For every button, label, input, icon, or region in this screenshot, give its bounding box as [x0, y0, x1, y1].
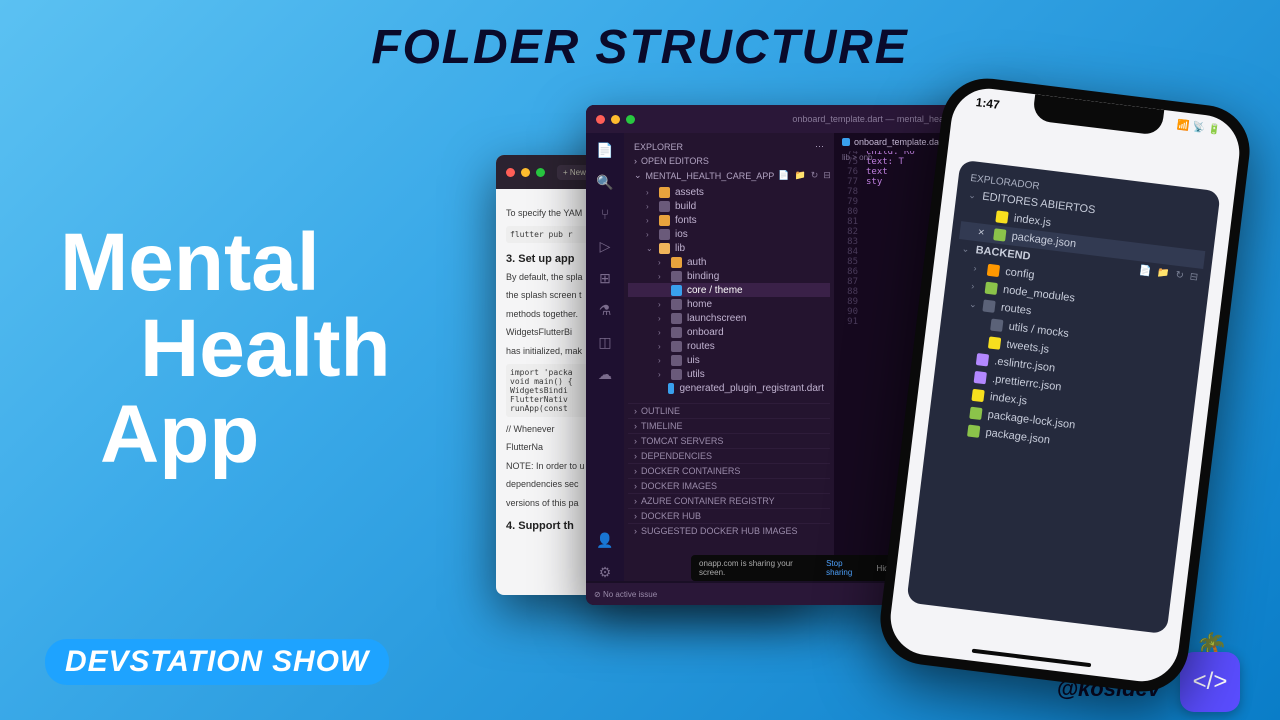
editor-tab[interactable]: onboard_template.da: [834, 133, 947, 151]
stop-sharing-button[interactable]: Stop sharing: [826, 559, 870, 577]
tree-item[interactable]: ›home: [628, 297, 830, 311]
tree-item[interactable]: ›uis: [628, 353, 830, 367]
docker-icon[interactable]: ◫: [596, 333, 614, 351]
tree-item[interactable]: ›binding: [628, 269, 830, 283]
hero-line-3: App: [100, 392, 391, 478]
explorer-section[interactable]: ›TOMCAT SERVERS: [628, 433, 830, 448]
project-section[interactable]: ⌄MENTAL_HEALTH_CARE_APP 📄 📁 ↻ ⊟: [628, 168, 830, 183]
battery-icon: 🔋: [1207, 124, 1221, 139]
close-icon[interactable]: [506, 168, 515, 177]
explorer-section[interactable]: ›SUGGESTED DOCKER HUB IMAGES: [628, 523, 830, 538]
hero-line-2: Health: [140, 306, 391, 392]
new-file-icon[interactable]: 📄: [778, 170, 789, 181]
tree-item[interactable]: ›launchscreen: [628, 311, 830, 325]
tree-item[interactable]: ›onboard: [628, 325, 830, 339]
search-icon[interactable]: 🔍: [596, 173, 614, 191]
explorer-section[interactable]: ›OUTLINE: [628, 403, 830, 418]
refresh-icon[interactable]: ↻: [811, 170, 819, 181]
test-icon[interactable]: ⚗: [596, 301, 614, 319]
debug-icon[interactable]: ▷: [596, 237, 614, 255]
breadcrumb[interactable]: lib > onb: [834, 151, 880, 164]
new-file-icon[interactable]: 📄: [1138, 265, 1152, 277]
open-editors-section[interactable]: ›OPEN EDITORS: [628, 154, 830, 168]
minimize-icon[interactable]: [521, 168, 530, 177]
screen-share-bar: onapp.com is sharing your screen. Stop s…: [691, 555, 901, 581]
signal-icon: 📶: [1176, 120, 1190, 135]
tree-item[interactable]: ›assets: [628, 185, 830, 199]
tree-item[interactable]: ›build: [628, 199, 830, 213]
activity-bar: 📄 🔍 ⑂ ▷ ⊞ ⚗ ◫ ☁ 👤 ⚙: [586, 133, 624, 581]
explorer-section[interactable]: ›DOCKER CONTAINERS: [628, 463, 830, 478]
extensions-icon[interactable]: ⊞: [596, 269, 614, 287]
explorer-header: EXPLORER ⋯: [628, 139, 830, 154]
home-indicator[interactable]: [972, 649, 1092, 668]
explorer-section[interactable]: ›AZURE CONTAINER REGISTRY: [628, 493, 830, 508]
wifi-icon: 📡: [1191, 122, 1205, 137]
close-icon[interactable]: ×: [977, 226, 988, 239]
show-badge: DEVSTATION SHOW: [45, 639, 389, 685]
file-tree: ›assets›build›fonts›ios⌄lib›auth›binding…: [628, 183, 830, 397]
tree-item[interactable]: ›auth: [628, 255, 830, 269]
tree-item[interactable]: ›utils: [628, 367, 830, 381]
files-icon[interactable]: 📄: [596, 141, 614, 159]
explorer-section[interactable]: ›TIMELINE: [628, 418, 830, 433]
collapse-icon[interactable]: ⊟: [1189, 271, 1199, 283]
page-title: FOLDER STRUCTURE: [371, 20, 908, 75]
phone-notch: [1032, 94, 1164, 136]
maximize-icon[interactable]: [536, 168, 545, 177]
tree-item[interactable]: ⌄lib: [628, 241, 830, 255]
tree-item[interactable]: ›routes: [628, 339, 830, 353]
tree-item[interactable]: generated_plugin_registrant.dart: [628, 381, 830, 395]
account-icon[interactable]: 👤: [596, 531, 614, 549]
tree-item[interactable]: core / theme: [628, 283, 830, 297]
hero-text: Mental Health App: [60, 220, 391, 478]
dart-file-icon: [842, 138, 850, 146]
phone-status-icons: 📶 📡 🔋: [1176, 120, 1221, 139]
explorer-panel: EXPLORER ⋯ ›OPEN EDITORS ⌄MENTAL_HEALTH_…: [624, 133, 834, 581]
source-control-icon[interactable]: ⑂: [596, 205, 614, 223]
close-icon[interactable]: [596, 115, 605, 124]
refresh-icon[interactable]: ↻: [1175, 269, 1185, 281]
explorer-section[interactable]: ›DOCKER IMAGES: [628, 478, 830, 493]
more-icon[interactable]: ⋯: [815, 141, 824, 152]
tree-item[interactable]: ›ios: [628, 227, 830, 241]
phone-time: 1:47: [975, 95, 1001, 112]
remote-icon[interactable]: ☁: [596, 365, 614, 383]
tree-item[interactable]: ›fonts: [628, 213, 830, 227]
new-folder-icon[interactable]: 📁: [1157, 267, 1171, 279]
explorer-section[interactable]: ›DOCKER HUB: [628, 508, 830, 523]
phone-explorer-panel: EXPLORADOR ⌄EDITORES ABIERTOS index.js×p…: [906, 160, 1220, 635]
maximize-icon[interactable]: [626, 115, 635, 124]
share-msg: onapp.com is sharing your screen.: [699, 559, 820, 577]
collapse-icon[interactable]: ⊟: [823, 170, 831, 181]
new-folder-icon[interactable]: 📁: [794, 170, 805, 181]
explorer-section[interactable]: ›DEPENDENCIES: [628, 448, 830, 463]
gear-icon[interactable]: ⚙: [596, 563, 614, 581]
minimize-icon[interactable]: [611, 115, 620, 124]
hero-line-1: Mental: [60, 220, 391, 306]
logo-icon: </>: [1180, 652, 1240, 712]
status-issue[interactable]: ⊘ No active issue: [594, 590, 657, 599]
